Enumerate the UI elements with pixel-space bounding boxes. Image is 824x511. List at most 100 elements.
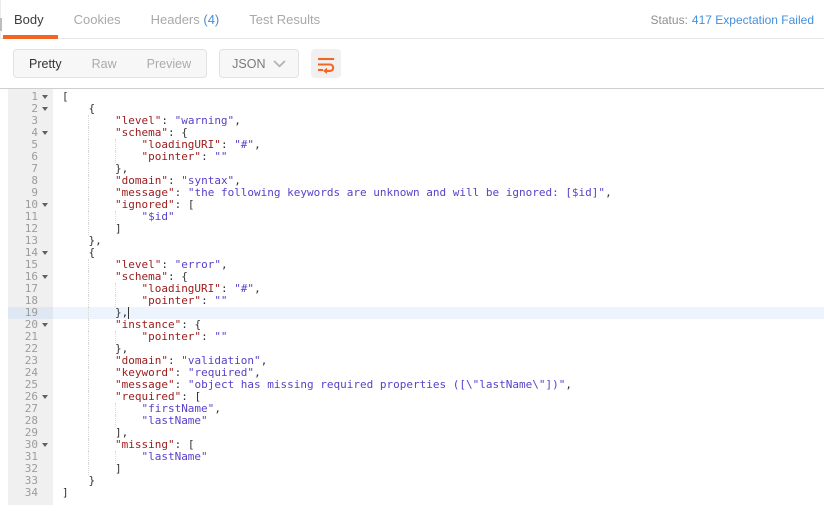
code-line[interactable]: 31 "lastName" <box>0 451 824 463</box>
indent-guide <box>62 463 88 475</box>
indent-guide <box>62 307 88 319</box>
gutter-margin <box>0 91 8 103</box>
gutter-margin <box>0 283 8 295</box>
json-string: "" <box>214 330 228 343</box>
wrap-lines-icon <box>316 54 336 74</box>
code-line[interactable]: 5 "loadingURI": "#", <box>0 139 824 151</box>
indent-guide <box>62 391 88 403</box>
indent-guide <box>88 139 114 151</box>
fold-arrow-spacer <box>40 475 53 487</box>
indent-guide <box>88 451 114 463</box>
fold-arrow-icon[interactable] <box>40 91 53 103</box>
wrap-lines-button[interactable] <box>311 49 342 78</box>
code-line[interactable]: 33} <box>0 475 824 487</box>
code-line[interactable]: 20 "instance": { <box>0 319 824 331</box>
json-punctuation: : [ <box>174 198 195 211</box>
language-dropdown[interactable]: JSON <box>219 49 300 78</box>
gutter-margin <box>0 235 8 247</box>
json-punctuation: , <box>605 186 612 199</box>
pretty-button[interactable]: Pretty <box>14 50 77 77</box>
indent-guide <box>62 295 88 307</box>
indent-guide <box>62 451 88 463</box>
indent-guide <box>114 403 141 415</box>
headers-count-badge: (4) <box>203 11 220 27</box>
code-text: ] <box>53 487 824 499</box>
code-text: "pointer": "" <box>53 295 824 307</box>
tab-test-results[interactable]: Test Results <box>249 12 320 27</box>
code-line[interactable]: 13}, <box>0 235 824 247</box>
indent-guide <box>62 211 88 223</box>
gutter-margin <box>0 115 8 127</box>
indent-guide <box>62 403 88 415</box>
code-line[interactable]: 30 "missing": [ <box>0 439 824 451</box>
json-punctuation: : <box>201 294 215 307</box>
code-line[interactable]: 10 "ignored": [ <box>0 199 824 211</box>
indent-guide <box>62 379 88 391</box>
chevron-down-icon <box>273 59 287 68</box>
fold-arrow-icon[interactable] <box>40 319 53 331</box>
status-value: 417 Expectation Failed <box>691 13 814 27</box>
indent-guide <box>88 163 114 175</box>
code-line[interactable]: 1[ <box>0 91 824 103</box>
fold-arrow-icon[interactable] <box>40 199 53 211</box>
code-editor[interactable]: 1[2{3 "level": "warning", 4 "schema": {5 "lo… <box>0 88 824 511</box>
code-text: "$id" <box>53 211 824 223</box>
json-string: "" <box>214 294 228 307</box>
fold-arrow-icon[interactable] <box>40 391 53 403</box>
line-number: 34 <box>24 486 38 499</box>
fold-arrow-spacer <box>40 115 53 127</box>
code-line[interactable]: 12] <box>0 223 824 235</box>
tab-cookies[interactable]: Cookies <box>74 12 121 27</box>
indent-guide <box>88 343 114 355</box>
fold-arrow-spacer <box>40 187 53 199</box>
indent-guide <box>62 259 88 271</box>
json-string: "#" <box>234 138 255 151</box>
code-line[interactable]: 4 "schema": { <box>0 127 824 139</box>
response-tabs: Body Cookies Headers (4) Test Results St… <box>0 0 824 39</box>
code-line[interactable]: 27 "firstName", <box>0 403 824 415</box>
code-text: "lastName" <box>53 415 824 427</box>
fold-arrow-spacer <box>40 415 53 427</box>
json-punctuation: : <box>201 330 215 343</box>
json-punctuation: , <box>234 114 241 127</box>
json-key: "pointer" <box>141 294 202 307</box>
tab-headers[interactable]: Headers (4) <box>151 12 220 27</box>
json-punctuation: ] <box>114 222 122 235</box>
fold-arrow-icon[interactable] <box>40 247 53 259</box>
code-line[interactable]: 34] <box>0 487 824 499</box>
gutter-margin <box>0 331 8 343</box>
gutter-margin <box>0 139 8 151</box>
code-line[interactable]: 26 "required": [ <box>0 391 824 403</box>
preview-button[interactable]: Preview <box>132 50 206 77</box>
gutter-margin <box>0 391 8 403</box>
fold-arrow-spacer <box>40 283 53 295</box>
indent-guide <box>62 151 88 163</box>
fold-arrow-icon[interactable] <box>40 439 53 451</box>
indent-guide <box>88 307 114 319</box>
gutter-margin <box>0 211 8 223</box>
fold-arrow-icon[interactable] <box>40 103 53 115</box>
json-string: "" <box>214 150 228 163</box>
code-line[interactable]: 16 "schema": { <box>0 271 824 283</box>
code-line[interactable]: 11 "$id" <box>0 211 824 223</box>
tab-body[interactable]: Body <box>14 12 44 27</box>
fold-arrow-icon[interactable] <box>40 271 53 283</box>
gutter-margin <box>0 247 8 259</box>
fold-arrow-spacer <box>40 151 53 163</box>
json-string: "lastName" <box>141 450 208 463</box>
fold-arrow-spacer <box>40 307 53 319</box>
json-punctuation: ] <box>62 486 69 499</box>
indent-guide <box>88 439 114 451</box>
json-punctuation: , <box>260 354 268 367</box>
fold-arrow-spacer <box>40 463 53 475</box>
code-line[interactable]: 17 "loadingURI": "#", <box>0 283 824 295</box>
gutter-margin <box>0 343 8 355</box>
indent-guide <box>88 295 114 307</box>
gutter-margin <box>0 199 8 211</box>
code-line[interactable]: 32] <box>0 463 824 475</box>
raw-button[interactable]: Raw <box>77 50 132 77</box>
indent-guide <box>62 199 88 211</box>
json-string: "#" <box>234 282 255 295</box>
fold-arrow-icon[interactable] <box>40 127 53 139</box>
json-key: "pointer" <box>141 330 202 343</box>
